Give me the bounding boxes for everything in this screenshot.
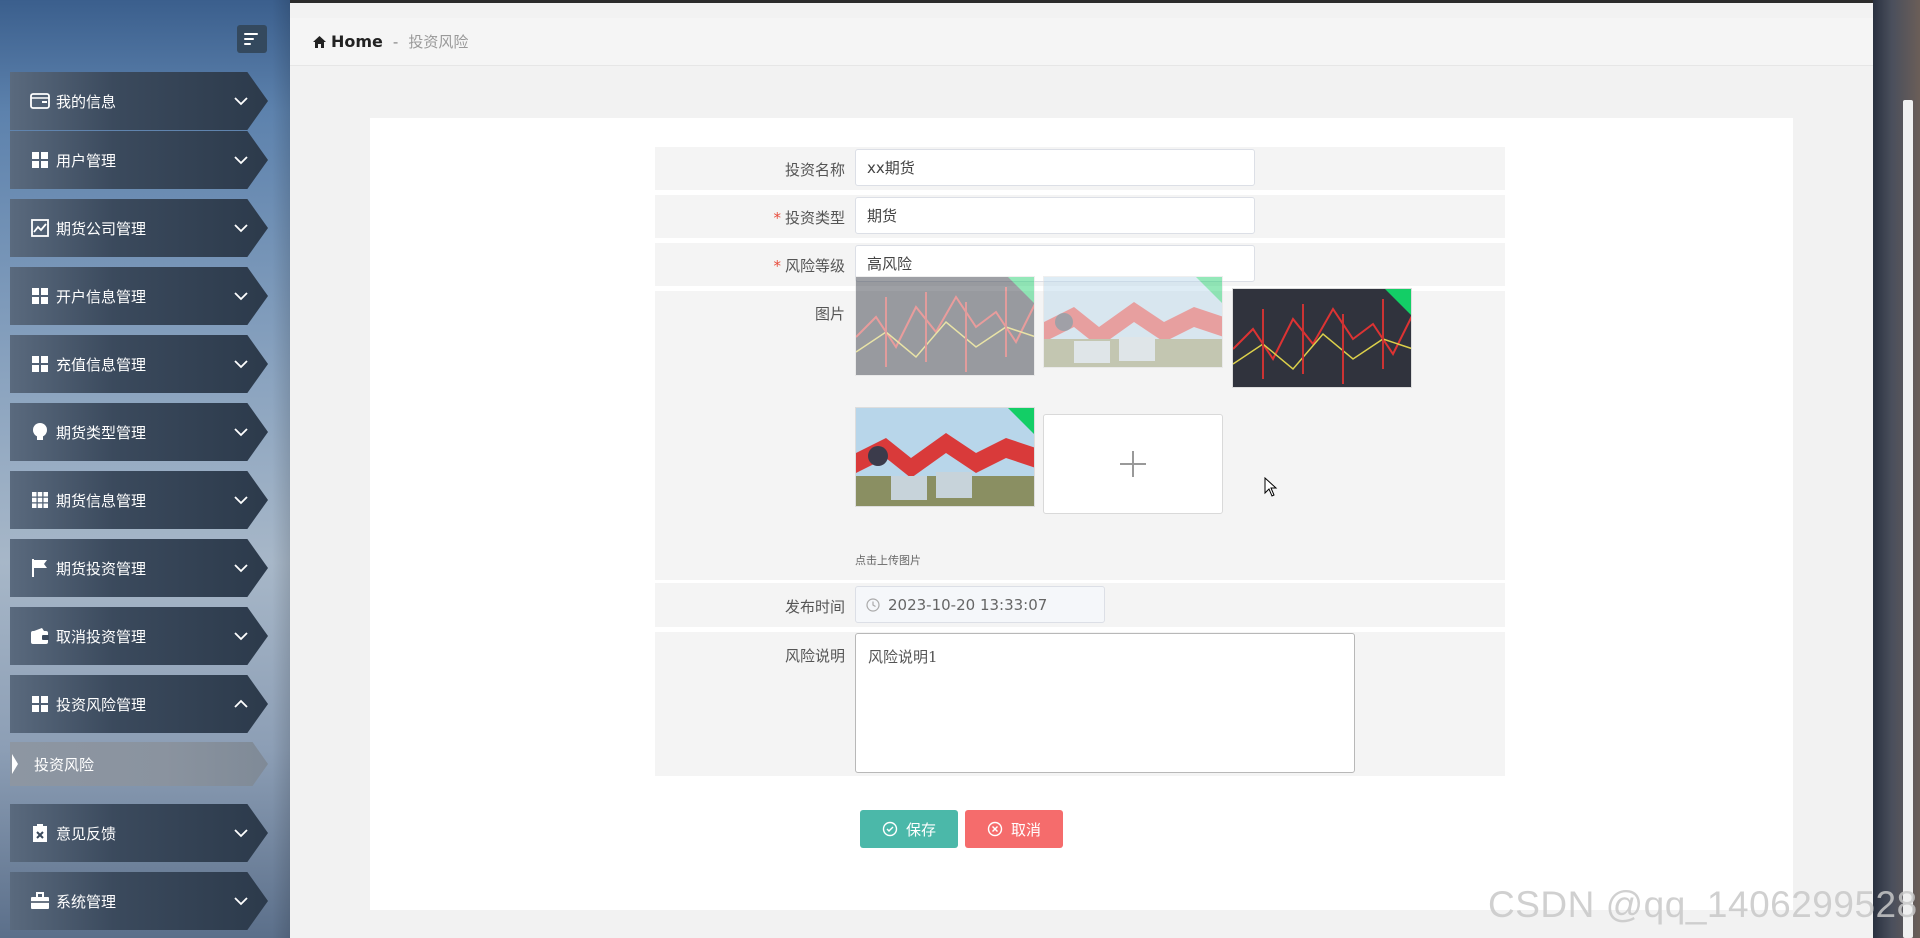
field-label: 图片 xyxy=(814,305,845,323)
sidebar-item-label: 期货公司管理 xyxy=(56,219,147,238)
sidebar-item-futures-type[interactable]: 期货类型管理 xyxy=(10,403,268,461)
grid-icon xyxy=(30,694,50,714)
success-check-icon xyxy=(1008,408,1034,434)
clock-icon xyxy=(866,597,880,612)
cancel-button[interactable]: 取消 xyxy=(965,810,1063,848)
close-circle-icon xyxy=(987,821,1003,837)
sidebar-subitem-investment-risk[interactable]: 投资风险 xyxy=(10,742,268,786)
success-check-icon xyxy=(1008,277,1034,303)
sidebar-item-my-info[interactable]: 我的信息 xyxy=(10,72,268,130)
check-circle-icon xyxy=(882,821,898,837)
risk-description-textarea[interactable]: 风险说明1 xyxy=(855,633,1355,773)
watermark: CSDN @qq_1406299528 xyxy=(1488,884,1918,925)
breadcrumb-current: 投资风险 xyxy=(408,33,469,51)
sidebar-item-cancel-investment[interactable]: 取消投资管理 xyxy=(10,607,268,665)
sidebar-item-label: 期货投资管理 xyxy=(56,559,147,578)
sidebar-item-feedback[interactable]: 意见反馈 xyxy=(10,804,268,862)
breadcrumb-home-label: Home xyxy=(331,32,383,51)
uploaded-image-thumbnail[interactable] xyxy=(855,276,1035,376)
cancel-label: 取消 xyxy=(1010,820,1041,839)
clipboard-icon xyxy=(30,823,50,843)
sidebar-item-label: 投资风险管理 xyxy=(56,695,147,714)
sidebar-item-recharge-info[interactable]: 充值信息管理 xyxy=(10,335,268,393)
chevron-down-icon xyxy=(234,97,248,106)
sidebar-subitem-label: 投资风险 xyxy=(34,755,95,774)
field-label: 发布时间 xyxy=(784,598,845,616)
flag-icon xyxy=(30,558,50,578)
publish-time-input[interactable]: 2023-10-20 13:33:07 xyxy=(855,586,1105,623)
upload-tip: 点击上传图片 xyxy=(855,554,921,567)
uploaded-image-thumbnail[interactable] xyxy=(1043,276,1223,368)
plus-icon xyxy=(1120,451,1146,477)
chevron-down-icon xyxy=(234,224,248,233)
wallet-icon xyxy=(30,626,50,646)
mouse-cursor-icon xyxy=(1264,477,1278,497)
sidebar-item-label: 意见反馈 xyxy=(56,824,117,843)
sidebar-item-label: 期货信息管理 xyxy=(56,491,147,510)
main-content: Home - 投资风险 投资名称 xx期货 * 投资类型 期货 * 风险等级 高风险… xyxy=(290,0,1873,938)
chart-icon xyxy=(30,218,50,238)
sidebar-item-account-info[interactable]: 开户信息管理 xyxy=(10,267,268,325)
breadcrumb-home-link[interactable]: Home xyxy=(312,32,383,51)
sidebar-item-futures-investment[interactable]: 期货投资管理 xyxy=(10,539,268,597)
sidebar: 我的信息 用户管理 期货公司管理 开户信息管理 充值信息管理 期货类型管理 期货… xyxy=(0,0,290,938)
sidebar-item-label: 系统管理 xyxy=(56,892,117,911)
grid-icon xyxy=(30,150,50,170)
form-row-name: 投资名称 xx期货 xyxy=(655,147,1505,190)
grid-icon xyxy=(30,286,50,306)
sidebar-toggle-button[interactable] xyxy=(237,25,267,53)
save-label: 保存 xyxy=(905,820,936,839)
field-label: * 投资类型 xyxy=(773,209,845,227)
chevron-down-icon xyxy=(234,564,248,573)
briefcase-icon xyxy=(30,891,50,911)
sidebar-item-label: 充值信息管理 xyxy=(56,355,147,374)
active-marker xyxy=(12,754,18,774)
grid-icon xyxy=(30,354,50,374)
chevron-down-icon xyxy=(234,897,248,906)
investment-name-input[interactable]: xx期货 xyxy=(855,149,1255,186)
field-label: * 风险等级 xyxy=(773,257,845,275)
sidebar-item-system[interactable]: 系统管理 xyxy=(10,872,268,930)
sidebar-item-label: 用户管理 xyxy=(56,151,117,170)
success-check-icon xyxy=(1385,289,1411,315)
breadcrumb: Home - 投资风险 xyxy=(290,18,1873,66)
lightbulb-icon xyxy=(30,422,50,442)
form-row-images: 图片 点击上传图片 xyxy=(655,276,1505,580)
sidebar-item-label: 期货类型管理 xyxy=(56,423,147,442)
uploaded-image-thumbnail[interactable] xyxy=(1232,288,1412,388)
field-label: 投资名称 xyxy=(784,161,845,179)
image-upload-button[interactable] xyxy=(1043,414,1223,514)
chevron-down-icon xyxy=(234,428,248,437)
chevron-down-icon xyxy=(234,156,248,165)
home-icon xyxy=(313,35,326,48)
investment-type-input[interactable]: 期货 xyxy=(855,197,1255,234)
field-label: 风险说明 xyxy=(784,647,845,665)
sidebar-item-label: 我的信息 xyxy=(56,92,117,111)
sidebar-item-risk-management[interactable]: 投资风险管理 xyxy=(10,675,268,733)
uploaded-image-thumbnail[interactable] xyxy=(855,407,1035,507)
sidebar-item-user-management[interactable]: 用户管理 xyxy=(10,131,268,189)
chevron-down-icon xyxy=(234,829,248,838)
breadcrumb-separator: - xyxy=(392,32,399,51)
save-button[interactable]: 保存 xyxy=(860,810,958,848)
top-border xyxy=(290,0,1873,3)
table-icon xyxy=(30,490,50,510)
form-row-type: * 投资类型 期货 xyxy=(655,195,1505,238)
chevron-down-icon xyxy=(234,632,248,641)
sidebar-item-label: 取消投资管理 xyxy=(56,627,147,646)
scrollbar[interactable] xyxy=(1903,100,1913,938)
chevron-down-icon xyxy=(234,496,248,505)
chevron-down-icon xyxy=(234,360,248,369)
sidebar-item-futures-info[interactable]: 期货信息管理 xyxy=(10,471,268,529)
form-row-publish-time: 发布时间 2023-10-20 13:33:07 xyxy=(655,583,1505,627)
form-card: 投资名称 xx期货 * 投资类型 期货 * 风险等级 高风险 图片 点击上传图片… xyxy=(370,118,1793,910)
sidebar-item-label: 开户信息管理 xyxy=(56,287,147,306)
chevron-down-icon xyxy=(234,292,248,301)
success-check-icon xyxy=(1196,277,1222,303)
id-card-icon xyxy=(30,91,50,111)
sidebar-item-futures-company[interactable]: 期货公司管理 xyxy=(10,199,268,257)
chevron-up-icon xyxy=(234,699,248,708)
form-row-description: 风险说明 风险说明1 xyxy=(655,632,1505,776)
publish-time-value: 2023-10-20 13:33:07 xyxy=(888,595,1048,614)
